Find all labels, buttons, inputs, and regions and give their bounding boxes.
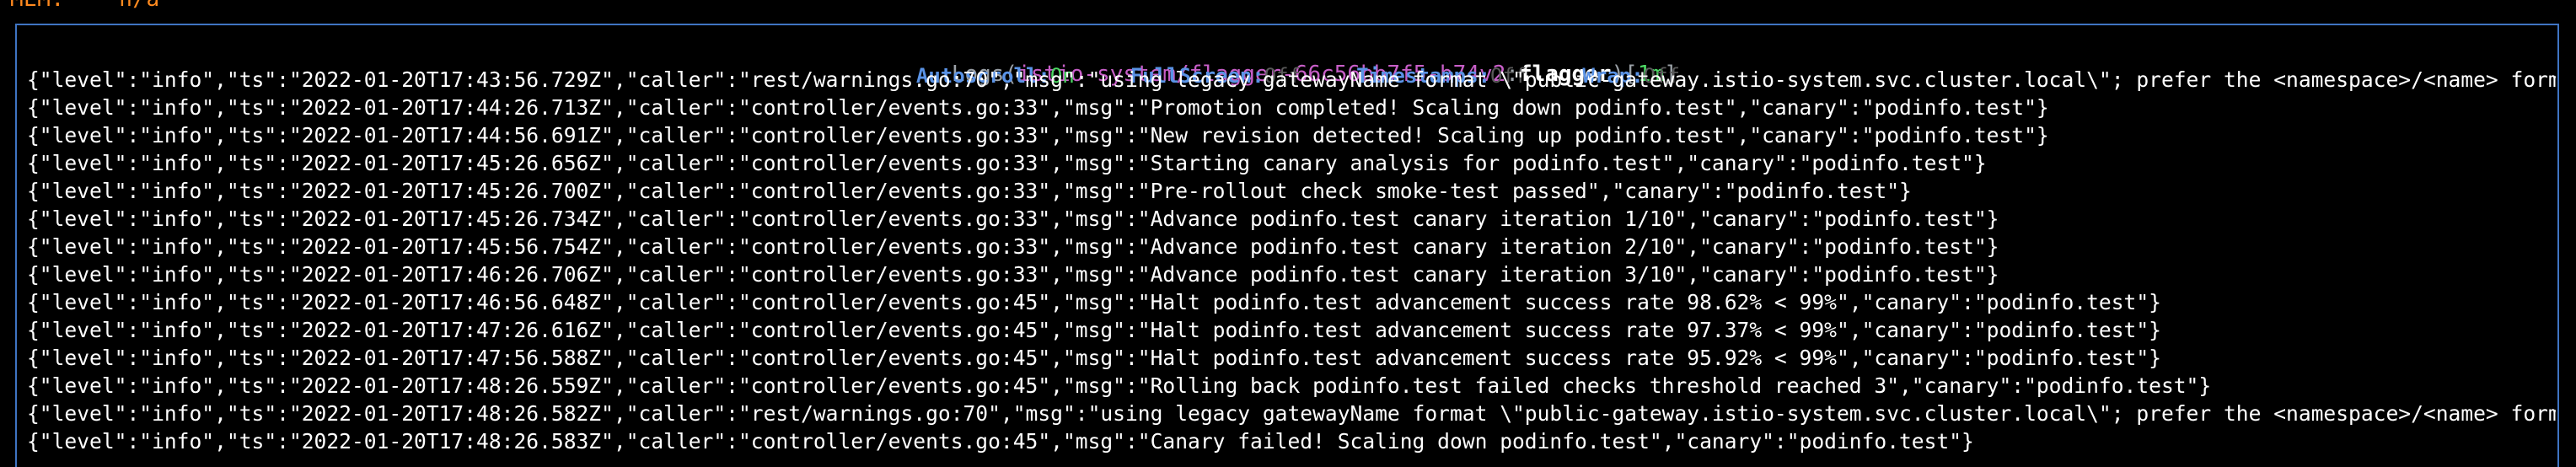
log-line: {"level":"info","ts":"2022-01-20T17:46:5…	[27, 290, 2161, 314]
log-line: {"level":"info","ts":"2022-01-20T17:48:2…	[27, 373, 2212, 398]
header-partial-text: MEM: n/a	[10, 0, 160, 12]
log-line: {"level":"info","ts":"2022-01-20T17:45:2…	[27, 207, 1999, 231]
log-line: {"level":"info","ts":"2022-01-20T17:46:2…	[27, 262, 1999, 287]
log-output[interactable]: {"level":"info","ts":"2022-01-20T17:43:5…	[27, 66, 2556, 462]
log-line: {"level":"info","ts":"2022-01-20T17:47:5…	[27, 346, 2161, 370]
log-line: {"level":"info","ts":"2022-01-20T17:43:5…	[27, 67, 2556, 92]
log-line: {"level":"info","ts":"2022-01-20T17:47:2…	[27, 318, 2161, 342]
log-line: {"level":"info","ts":"2022-01-20T17:45:5…	[27, 234, 1999, 259]
log-line: {"level":"info","ts":"2022-01-20T17:48:2…	[27, 401, 2556, 426]
log-line: {"level":"info","ts":"2022-01-20T17:48:2…	[27, 429, 1974, 454]
log-line: {"level":"info","ts":"2022-01-20T17:45:2…	[27, 151, 1987, 175]
log-line: {"level":"info","ts":"2022-01-20T17:44:2…	[27, 95, 2049, 120]
log-line: {"level":"info","ts":"2022-01-20T17:45:2…	[27, 179, 1912, 203]
log-line: {"level":"info","ts":"2022-01-20T17:44:5…	[27, 123, 2049, 148]
